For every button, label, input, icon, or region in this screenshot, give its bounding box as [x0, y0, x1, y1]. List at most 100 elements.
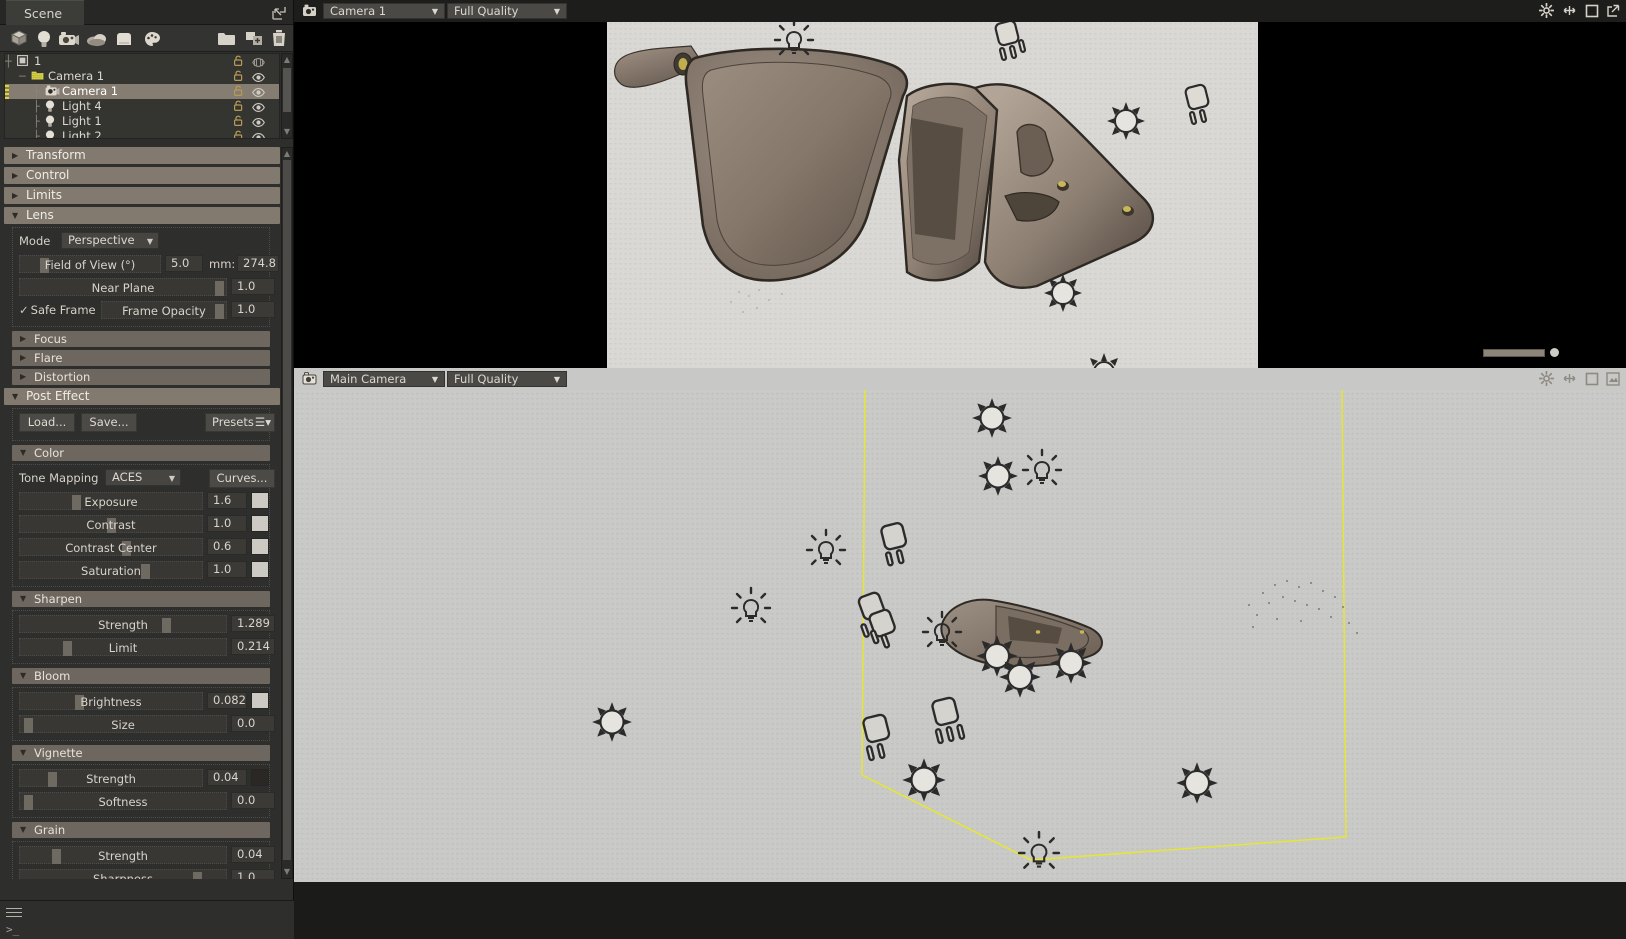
- lock-icon[interactable]: [234, 70, 243, 85]
- new-folder-icon[interactable]: [215, 28, 237, 49]
- tree-branch-connector[interactable]: ┼: [5, 54, 12, 69]
- popout-icon[interactable]: [272, 5, 286, 19]
- point-light-gizmo-6[interactable]: [900, 756, 948, 804]
- frame-opacity-input[interactable]: 1.0: [231, 301, 275, 318]
- grain-strength-slider[interactable]: Strength: [19, 846, 227, 864]
- fov-input[interactable]: 5.0: [165, 255, 203, 272]
- scene-tree[interactable]: ┼1─Camera 1├Camera 1├Light 4├Light 1├Lig…: [4, 53, 280, 139]
- section-transform[interactable]: ▶Transform: [4, 147, 280, 164]
- area-light-gizmo[interactable]: [989, 18, 1033, 68]
- lock-icon[interactable]: [234, 115, 243, 130]
- saturation-slider[interactable]: Saturation: [19, 561, 203, 579]
- light-bulb-gizmo-5[interactable]: [1016, 830, 1062, 876]
- menu-icon[interactable]: [6, 908, 22, 919]
- section-distortion[interactable]: ▶Distortion: [12, 369, 270, 385]
- contrast-slider[interactable]: Contrast: [19, 515, 203, 533]
- scene-tree-scrollbar[interactable]: ▲ ▼: [281, 53, 293, 139]
- light-gizmo[interactable]: [772, 18, 816, 62]
- point-light-gizmo[interactable]: [970, 396, 1014, 440]
- tab-scene[interactable]: Scene: [6, 0, 84, 25]
- point-light-gizmo-7[interactable]: [1174, 760, 1220, 806]
- point-light-gizmo-4[interactable]: [997, 654, 1043, 700]
- contrast-color-swatch[interactable]: [251, 515, 269, 532]
- section-bloom[interactable]: ▼Bloom: [12, 668, 270, 684]
- contrast-input[interactable]: 1.0: [207, 515, 247, 532]
- props-scrollbar-thumb[interactable]: [283, 160, 291, 860]
- properties-scrollbar[interactable]: ▲ ▼: [281, 147, 293, 879]
- tree-branch-connector[interactable]: ├: [33, 99, 40, 114]
- point-light-gizmo-2[interactable]: [976, 454, 1020, 498]
- gear-icon[interactable]: [1539, 3, 1554, 22]
- save-button[interactable]: Save...: [81, 413, 137, 432]
- delete-icon[interactable]: [268, 28, 290, 49]
- point-light-gizmo-8[interactable]: [590, 700, 634, 744]
- bloom-brightness-slider[interactable]: Brightness: [19, 692, 203, 710]
- contrast-center-slider[interactable]: Contrast Center: [19, 538, 203, 556]
- light-bulb-gizmo-2[interactable]: [804, 528, 848, 572]
- vignette-softness-input[interactable]: 0.0: [231, 792, 275, 809]
- tree-branch-connector[interactable]: ├: [33, 129, 40, 139]
- bloom-size-input[interactable]: 0.0: [231, 715, 275, 732]
- lens-mode-select[interactable]: Perspective▼: [61, 232, 159, 249]
- focal-length-input[interactable]: 274.8: [237, 255, 279, 272]
- add-material-icon[interactable]: [141, 28, 163, 49]
- scene-camera-select[interactable]: Main Camera ▼: [323, 371, 445, 387]
- tone-mapping-select[interactable]: ACES▼: [105, 469, 181, 486]
- contrast-center-input[interactable]: 0.6: [207, 538, 247, 555]
- curves-button[interactable]: Curves...: [209, 469, 275, 488]
- tree-item-2[interactable]: ├Camera 1: [5, 84, 279, 99]
- grain-sharpness-slider[interactable]: Sharpness: [19, 869, 227, 879]
- light-bulb-gizmo-4[interactable]: [920, 610, 964, 654]
- add-backdrop-icon[interactable]: [113, 28, 135, 49]
- grain-sharpness-input[interactable]: 1.0: [231, 869, 275, 879]
- render-image[interactable]: [607, 0, 1258, 368]
- scrollbar-thumb[interactable]: [283, 68, 291, 112]
- section-focus[interactable]: ▶Focus: [12, 331, 270, 347]
- point-light-gizmo-2[interactable]: [1042, 272, 1084, 314]
- lock-icon[interactable]: [234, 100, 243, 115]
- scene-viewport[interactable]: Main Camera ▼ Full Quality ▼: [294, 368, 1626, 882]
- add-environment-icon[interactable]: [86, 28, 108, 49]
- bloom-brightness-input[interactable]: 0.082: [207, 692, 247, 709]
- render-quality-select[interactable]: Full Quality ▼: [447, 3, 567, 19]
- duplicate-icon[interactable]: [243, 28, 265, 49]
- safe-frame-checkbox[interactable]: ✓Safe Frame: [19, 300, 96, 320]
- render-camera-select[interactable]: Camera 1 ▼: [323, 3, 445, 19]
- scene-quality-select[interactable]: Full Quality ▼: [447, 371, 567, 387]
- frame-icon[interactable]: [1585, 371, 1599, 390]
- add-camera-icon[interactable]: [58, 28, 80, 49]
- vignette-strength-color-swatch[interactable]: [251, 769, 269, 786]
- render-viewport[interactable]: Camera 1 ▼ Full Quality ▼: [294, 0, 1626, 368]
- popout-icon[interactable]: [1606, 3, 1620, 22]
- tree-item-3[interactable]: ├Light 4: [5, 99, 279, 114]
- section-color[interactable]: ▼Color: [12, 445, 270, 461]
- tree-item-4[interactable]: ├Light 1: [5, 114, 279, 129]
- lock-icon[interactable]: [234, 130, 243, 139]
- sharpen-strength-slider[interactable]: Strength: [19, 615, 227, 633]
- move-icon[interactable]: [1561, 371, 1578, 390]
- tree-item-1[interactable]: ─Camera 1: [5, 69, 279, 84]
- scroll-down-arrow[interactable]: ▼: [283, 127, 291, 137]
- scene-viewport-canvas[interactable]: [294, 390, 1626, 882]
- section-post-effect[interactable]: ▼Post Effect: [4, 388, 280, 405]
- section-lens[interactable]: ▼Lens: [4, 207, 280, 224]
- tree-branch-connector[interactable]: ├: [33, 114, 40, 129]
- near-plane-slider[interactable]: Near Plane: [19, 278, 227, 296]
- add-object-icon[interactable]: [8, 28, 30, 49]
- vignette-strength-input[interactable]: 0.04: [207, 769, 247, 786]
- section-vignette[interactable]: ▼Vignette: [12, 745, 270, 761]
- load-button[interactable]: Load...: [19, 413, 75, 432]
- tree-branch-connector[interactable]: ─: [19, 69, 26, 84]
- sharpen-limit-slider[interactable]: Limit: [19, 638, 227, 656]
- area-light-gizmo-2[interactable]: [1179, 82, 1223, 132]
- tree-item-0[interactable]: ┼1: [5, 54, 279, 69]
- fov-slider[interactable]: Field of View (°): [19, 255, 161, 273]
- presets-button[interactable]: Presets☰▾: [205, 413, 275, 432]
- lock-icon[interactable]: [234, 85, 243, 100]
- section-grain[interactable]: ▼Grain: [12, 822, 270, 838]
- visibility-icon[interactable]: [252, 131, 265, 139]
- frame-opacity-slider[interactable]: Frame Opacity: [101, 301, 227, 319]
- props-scroll-up-arrow[interactable]: ▲: [283, 149, 291, 159]
- light-bulb-gizmo-3[interactable]: [729, 586, 773, 630]
- add-light-icon[interactable]: [33, 28, 55, 49]
